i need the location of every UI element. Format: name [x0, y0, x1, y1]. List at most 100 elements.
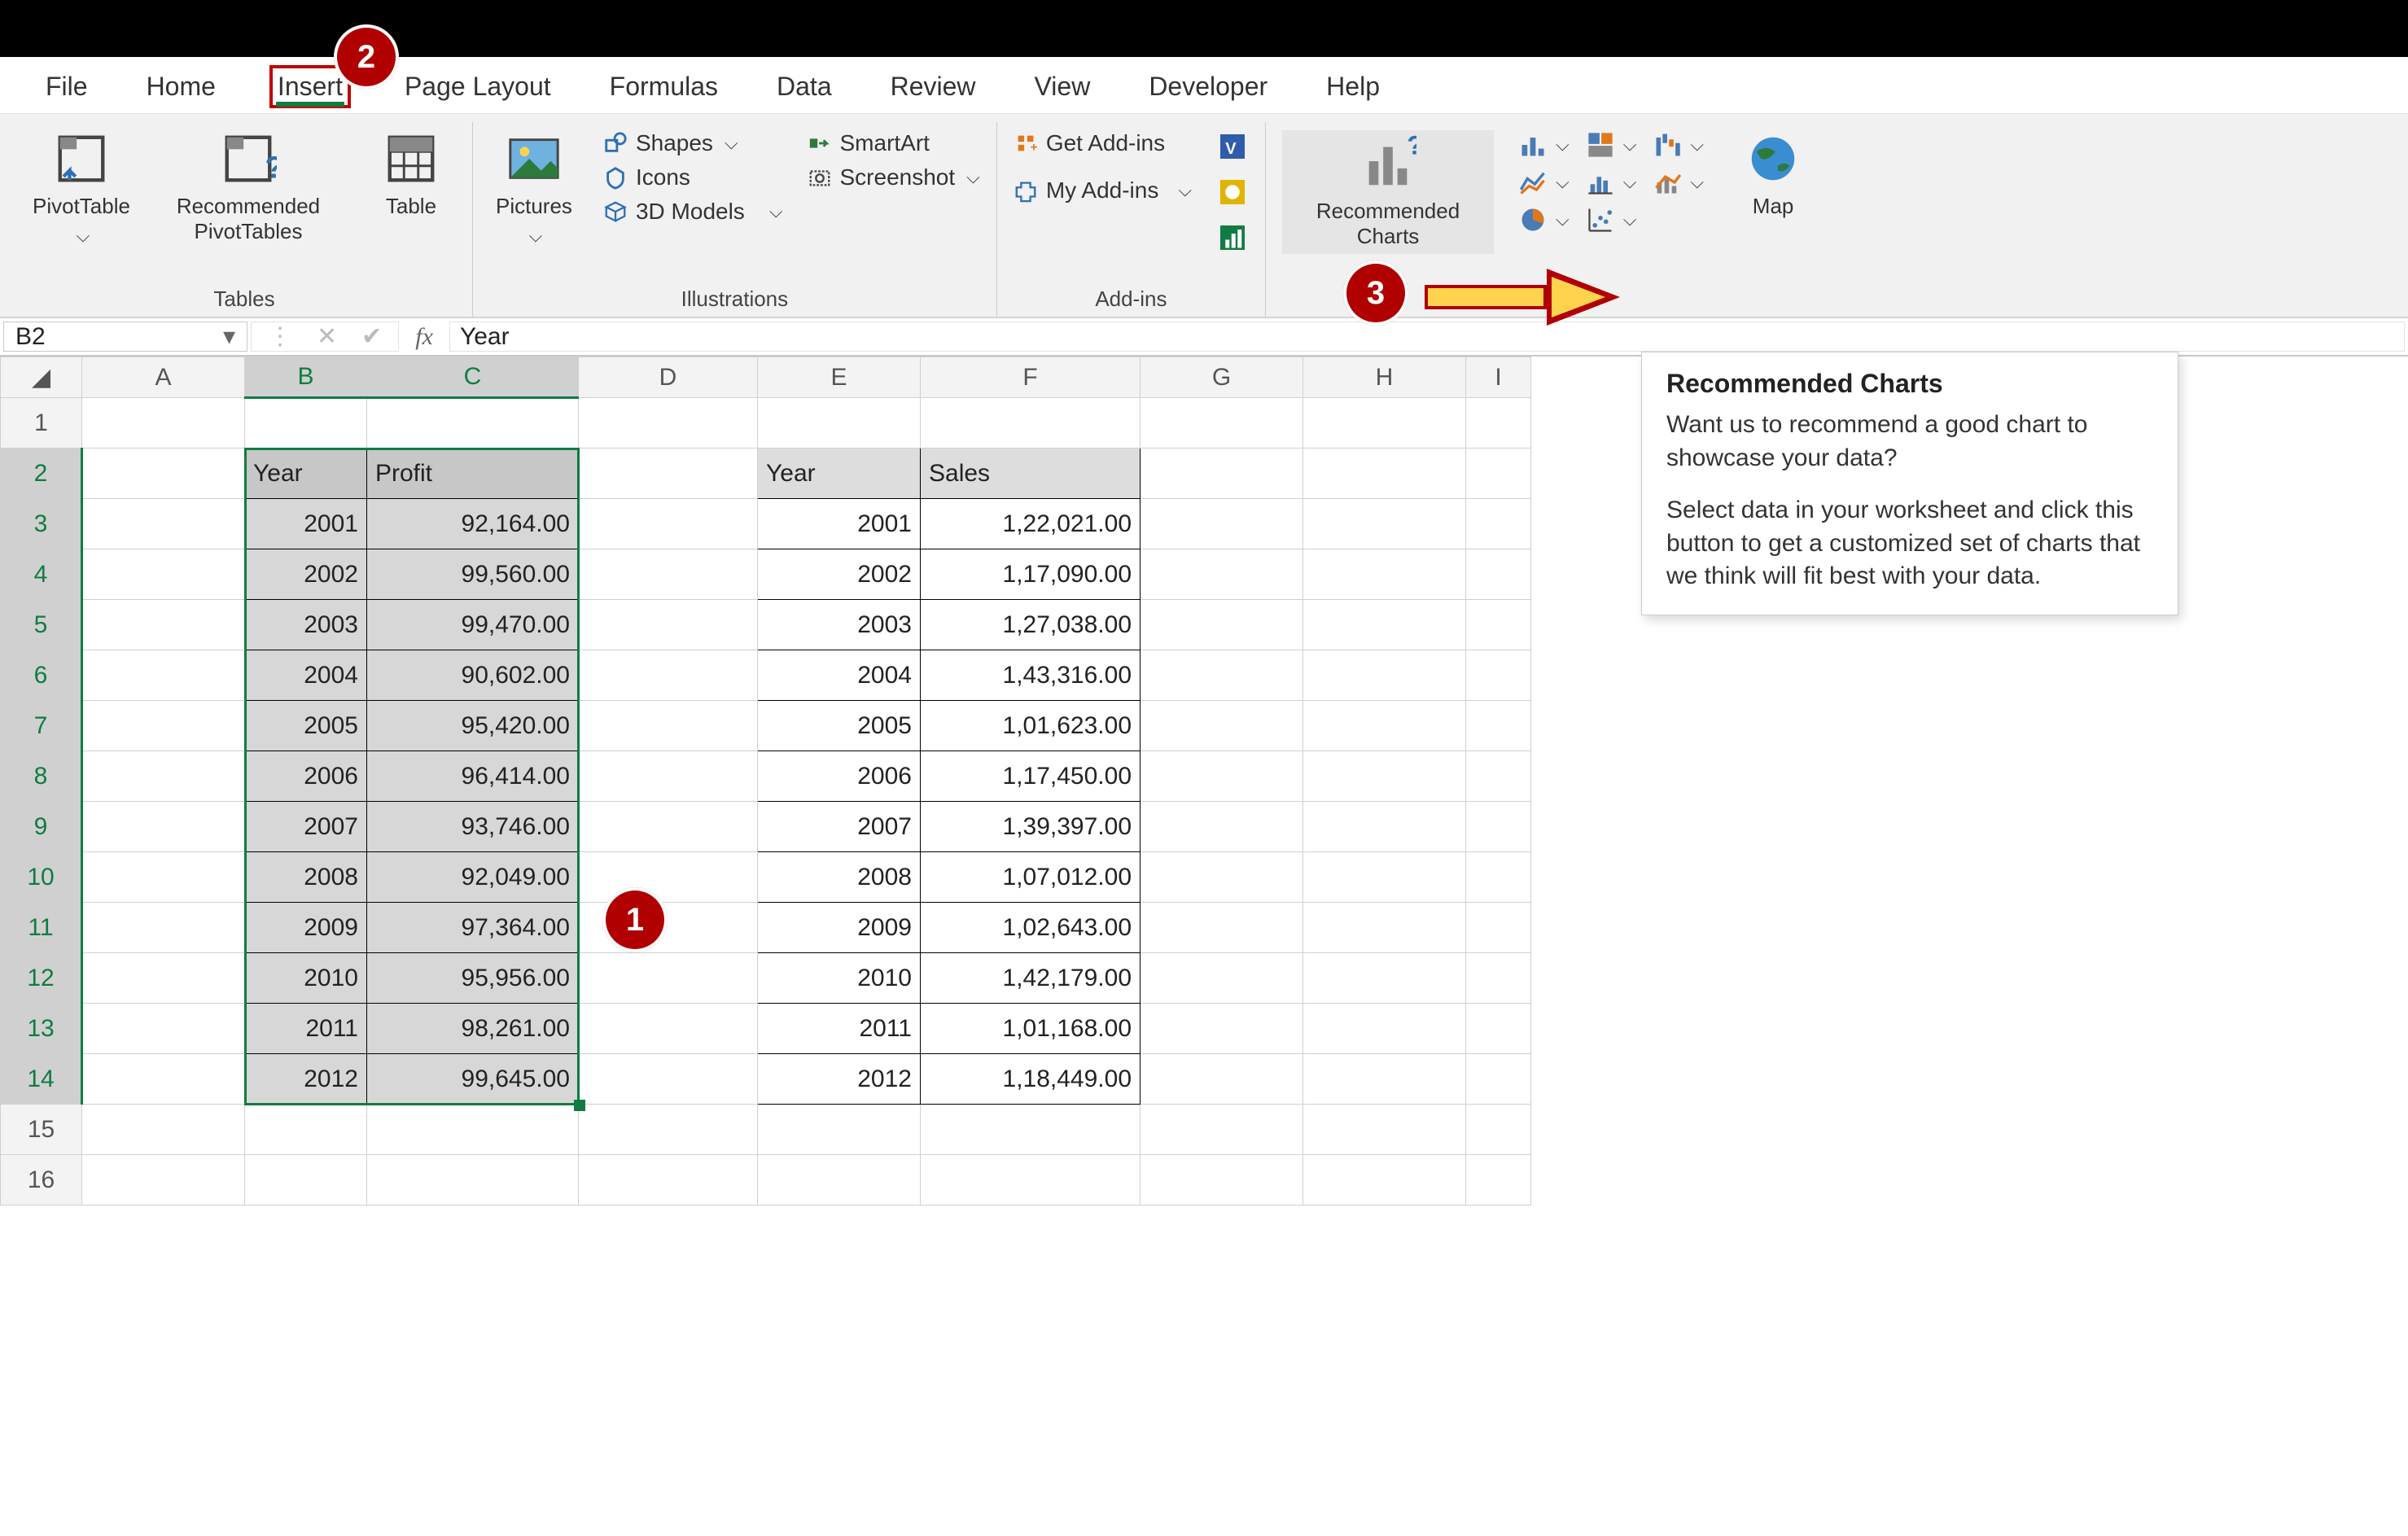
cell-F16[interactable]	[921, 1155, 1141, 1206]
cell-F14[interactable]: 1,18,449.00	[921, 1054, 1141, 1105]
cell-I13[interactable]	[1466, 1004, 1531, 1054]
cell-C5[interactable]: 99,470.00	[367, 600, 579, 650]
row-header-15[interactable]: 15	[1, 1105, 82, 1155]
cell-I5[interactable]	[1466, 600, 1531, 650]
cell-G2[interactable]	[1141, 449, 1303, 499]
get-addins-button[interactable]: + Get Add-ins	[1014, 130, 1192, 156]
cell-F12[interactable]: 1,42,179.00	[921, 953, 1141, 1004]
cell-H14[interactable]	[1303, 1054, 1466, 1105]
maps-button[interactable]: Map	[1728, 130, 1818, 219]
tab-file[interactable]: File	[41, 68, 93, 105]
cell-C10[interactable]: 92,049.00	[367, 852, 579, 903]
hierarchy-chart-button[interactable]: ⌵	[1586, 130, 1637, 160]
cell-E8[interactable]: 2006	[758, 751, 921, 802]
statistic-chart-button[interactable]: ⌵	[1586, 168, 1637, 197]
cell-G1[interactable]	[1141, 398, 1303, 449]
cell-I8[interactable]	[1466, 751, 1531, 802]
cell-C1[interactable]	[367, 398, 579, 449]
cell-E14[interactable]: 2012	[758, 1054, 921, 1105]
cell-F2[interactable]: Sales	[921, 449, 1141, 499]
fx-icon[interactable]: fx	[399, 318, 449, 355]
column-chart-button[interactable]: ⌵	[1518, 130, 1570, 160]
cell-B13[interactable]: 2011	[245, 1004, 367, 1054]
cell-E16[interactable]	[758, 1155, 921, 1206]
cell-C2[interactable]: Profit	[367, 449, 579, 499]
column-header-B[interactable]: B	[245, 357, 367, 398]
column-header-A[interactable]: A	[82, 357, 245, 398]
cell-C12[interactable]: 95,956.00	[367, 953, 579, 1004]
column-header-H[interactable]: H	[1303, 357, 1466, 398]
screenshot-button[interactable]: Screenshot⌵	[808, 164, 980, 190]
cell-H4[interactable]	[1303, 549, 1466, 600]
tab-developer[interactable]: Developer	[1144, 68, 1272, 105]
cell-A2[interactable]	[82, 449, 245, 499]
cell-F9[interactable]: 1,39,397.00	[921, 802, 1141, 852]
cell-B14[interactable]: 2012	[245, 1054, 367, 1105]
cell-B3[interactable]: 2001	[245, 499, 367, 549]
waterfall-chart-button[interactable]: ⌵	[1653, 130, 1704, 160]
cell-G11[interactable]	[1141, 903, 1303, 953]
chevron-down-icon[interactable]: ▾	[223, 322, 235, 351]
cell-A6[interactable]	[82, 650, 245, 701]
cell-A14[interactable]	[82, 1054, 245, 1105]
cell-F5[interactable]: 1,27,038.00	[921, 600, 1141, 650]
cell-I11[interactable]	[1466, 903, 1531, 953]
pie-chart-button[interactable]: ⌵	[1518, 205, 1570, 234]
cell-C4[interactable]: 99,560.00	[367, 549, 579, 600]
cell-G12[interactable]	[1141, 953, 1303, 1004]
cell-B9[interactable]: 2007	[245, 802, 367, 852]
column-header-C[interactable]: C	[367, 357, 579, 398]
cell-D9[interactable]	[579, 802, 758, 852]
cell-E13[interactable]: 2011	[758, 1004, 921, 1054]
column-header-I[interactable]: I	[1466, 357, 1531, 398]
cell-E1[interactable]	[758, 398, 921, 449]
tab-help[interactable]: Help	[1321, 68, 1385, 105]
cell-G16[interactable]	[1141, 1155, 1303, 1206]
cell-F15[interactable]	[921, 1105, 1141, 1155]
recommended-pivottables-button[interactable]: ? Recommended PivotTables	[155, 130, 342, 244]
pivottable-button[interactable]: PivotTable ⌵	[33, 130, 130, 247]
cell-D3[interactable]	[579, 499, 758, 549]
column-header-G[interactable]: G	[1141, 357, 1303, 398]
tab-home[interactable]: Home	[142, 68, 221, 105]
cell-A16[interactable]	[82, 1155, 245, 1206]
cell-H12[interactable]	[1303, 953, 1466, 1004]
cell-C9[interactable]: 93,746.00	[367, 802, 579, 852]
cell-I10[interactable]	[1466, 852, 1531, 903]
cell-G8[interactable]	[1141, 751, 1303, 802]
cell-E11[interactable]: 2009	[758, 903, 921, 953]
cell-H11[interactable]	[1303, 903, 1466, 953]
row-header-8[interactable]: 8	[1, 751, 82, 802]
cell-D5[interactable]	[579, 600, 758, 650]
column-header-F[interactable]: F	[921, 357, 1141, 398]
cell-H16[interactable]	[1303, 1155, 1466, 1206]
cancel-formula-icon[interactable]: ✕	[317, 322, 337, 351]
cell-I2[interactable]	[1466, 449, 1531, 499]
visio-addin-icon[interactable]: V	[1216, 130, 1249, 163]
table-button[interactable]: Table	[366, 130, 456, 219]
cell-I1[interactable]	[1466, 398, 1531, 449]
cell-F6[interactable]: 1,43,316.00	[921, 650, 1141, 701]
cell-B12[interactable]: 2010	[245, 953, 367, 1004]
row-header-11[interactable]: 11	[1, 903, 82, 953]
cell-F1[interactable]	[921, 398, 1141, 449]
cell-G4[interactable]	[1141, 549, 1303, 600]
cell-G5[interactable]	[1141, 600, 1303, 650]
cell-C6[interactable]: 90,602.00	[367, 650, 579, 701]
cell-H15[interactable]	[1303, 1105, 1466, 1155]
combo-chart-button[interactable]: ⌵	[1653, 168, 1704, 197]
cell-D12[interactable]	[579, 953, 758, 1004]
cell-G6[interactable]	[1141, 650, 1303, 701]
cell-B5[interactable]: 2003	[245, 600, 367, 650]
cell-A12[interactable]	[82, 953, 245, 1004]
cell-A4[interactable]	[82, 549, 245, 600]
cell-A7[interactable]	[82, 701, 245, 751]
cell-B16[interactable]	[245, 1155, 367, 1206]
cell-F10[interactable]: 1,07,012.00	[921, 852, 1141, 903]
fill-handle[interactable]	[574, 1100, 585, 1111]
row-header-16[interactable]: 16	[1, 1155, 82, 1206]
cell-E3[interactable]: 2001	[758, 499, 921, 549]
cell-A5[interactable]	[82, 600, 245, 650]
recommended-charts-button[interactable]: ? Recommended Charts	[1282, 130, 1494, 254]
cell-I9[interactable]	[1466, 802, 1531, 852]
